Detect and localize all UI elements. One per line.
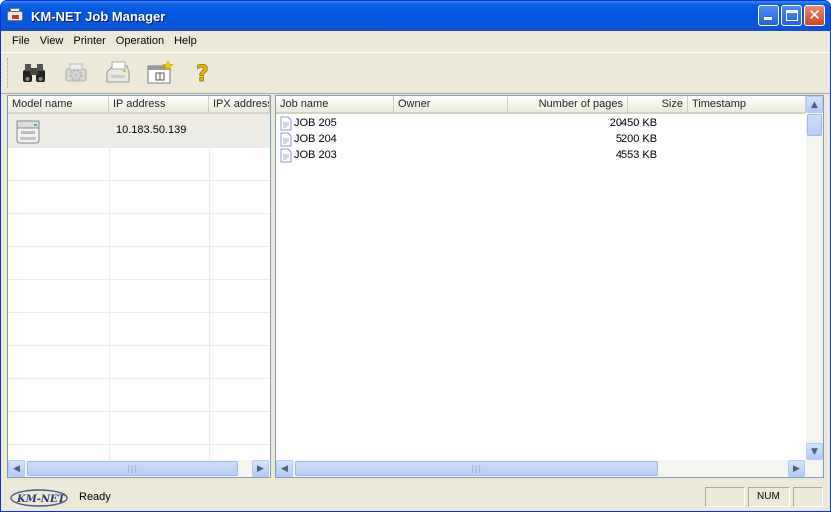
job-list-button[interactable]: [142, 56, 178, 90]
arrow-up-icon: ▲: [811, 99, 818, 110]
minimize-button[interactable]: [758, 5, 779, 26]
job-size: 200 KB: [621, 133, 658, 145]
column-timestamp[interactable]: Timestamp: [688, 96, 806, 112]
job-row[interactable]: JOB 205 20 450 KB: [276, 116, 806, 132]
printer-list-hscrollbar[interactable]: ◀ ||| ▶: [8, 460, 270, 477]
empty-row: [8, 379, 270, 412]
close-button[interactable]: ✕: [804, 5, 825, 26]
empty-row: [8, 313, 270, 346]
job-panel-icon: [147, 60, 174, 84]
empty-row: [8, 280, 270, 313]
arrow-left-icon: ◀: [13, 463, 20, 474]
column-ip-address[interactable]: IP address: [109, 96, 209, 112]
document-icon: [280, 116, 292, 131]
gear-printer-icon: [65, 63, 87, 82]
menu-bar: File View Printer Operation Help: [1, 31, 830, 51]
document-icon: [280, 132, 292, 147]
vscroll-thumb[interactable]: [807, 114, 822, 136]
status-panel-empty: [793, 487, 823, 507]
column-model-name[interactable]: Model name: [8, 96, 109, 112]
scroll-left-button[interactable]: ◀: [276, 460, 293, 477]
job-row[interactable]: JOB 204 5 200 KB: [276, 132, 806, 148]
maximize-button[interactable]: [781, 5, 802, 26]
toolbar-grip[interactable]: [7, 58, 10, 88]
column-number-of-pages[interactable]: Number of pages: [508, 96, 628, 112]
empty-row: [8, 412, 270, 445]
arrow-down-icon: ▼: [811, 446, 818, 457]
menu-operation[interactable]: Operation: [111, 35, 169, 47]
menu-printer[interactable]: Printer: [68, 35, 110, 47]
num-lock-indicator: NUM: [748, 487, 790, 507]
help-button[interactable]: ?: [184, 56, 220, 90]
menu-file[interactable]: File: [7, 35, 35, 47]
toolbar: ?: [1, 52, 830, 94]
menu-help[interactable]: Help: [169, 35, 202, 47]
binoculars-icon: [23, 64, 45, 82]
arrow-right-icon: ▶: [257, 463, 264, 474]
job-name: JOB 204: [294, 133, 337, 145]
scroll-up-button[interactable]: ▲: [806, 96, 823, 113]
empty-row: [8, 214, 270, 247]
empty-row: [8, 247, 270, 280]
maximize-icon: [786, 10, 798, 21]
job-size: 450 KB: [621, 117, 658, 129]
app-window: KM-NET Job Manager ✕ File View Printer O…: [0, 0, 831, 512]
status-panel-empty: [705, 487, 745, 507]
printer-select-icon: [106, 61, 130, 83]
empty-row: [8, 346, 270, 379]
job-list-hscrollbar[interactable]: ◀ ||| ▶: [276, 460, 823, 477]
job-list-header: Job name Owner Number of pages Size Time…: [276, 96, 806, 114]
scroll-right-button[interactable]: ▶: [788, 460, 805, 477]
minimize-icon: [764, 17, 772, 20]
search-printer-button[interactable]: [16, 56, 52, 90]
window-title: KM-NET Job Manager: [31, 8, 166, 24]
column-owner[interactable]: Owner: [394, 96, 508, 112]
column-ipx-address[interactable]: IPX address: [209, 96, 270, 112]
job-name: JOB 203: [294, 149, 337, 161]
job-list[interactable]: Job name Owner Number of pages Size Time…: [275, 95, 824, 478]
arrow-left-icon: ◀: [281, 463, 288, 474]
column-job-name[interactable]: Job name: [276, 96, 394, 112]
select-printer-button[interactable]: [100, 56, 136, 90]
scroll-right-button[interactable]: ▶: [252, 460, 269, 477]
job-list-vscrollbar[interactable]: ▲ ▼: [806, 96, 823, 460]
printer-app-icon: [7, 8, 25, 24]
status-bar: KM-NET Ready NUM: [1, 483, 830, 511]
status-text: Ready: [79, 491, 111, 503]
printer-list-header: Model name IP address IPX address: [8, 96, 270, 114]
scroll-left-button[interactable]: ◀: [8, 460, 25, 477]
km-net-logo: KM-NET: [9, 487, 71, 507]
help-icon: ?: [196, 62, 209, 86]
menu-view[interactable]: View: [35, 35, 69, 47]
logo-text: KM-NET: [16, 494, 67, 505]
arrow-right-icon: ▶: [793, 463, 800, 474]
printer-list[interactable]: Model name IP address IPX address 10.183…: [7, 95, 271, 478]
printer-icon: [16, 120, 40, 144]
column-size[interactable]: Size: [628, 96, 688, 112]
scroll-down-button[interactable]: ▼: [806, 443, 823, 460]
job-row[interactable]: JOB 203 4 553 KB: [276, 148, 806, 164]
printer-settings-button[interactable]: [58, 56, 94, 90]
job-size: 553 KB: [621, 149, 658, 161]
close-icon: ✕: [808, 6, 821, 24]
printer-ip-address: 10.183.50.139: [116, 124, 187, 136]
scroll-thumb[interactable]: |||: [27, 461, 238, 476]
empty-row: [8, 181, 270, 214]
scroll-thumb[interactable]: |||: [295, 461, 658, 476]
job-name: JOB 205: [294, 117, 337, 129]
printer-row[interactable]: 10.183.50.139: [8, 114, 270, 148]
svg-text:?: ?: [196, 62, 209, 86]
document-icon: [280, 148, 292, 163]
empty-row: [8, 148, 270, 181]
title-bar[interactable]: KM-NET Job Manager ✕: [1, 1, 830, 31]
